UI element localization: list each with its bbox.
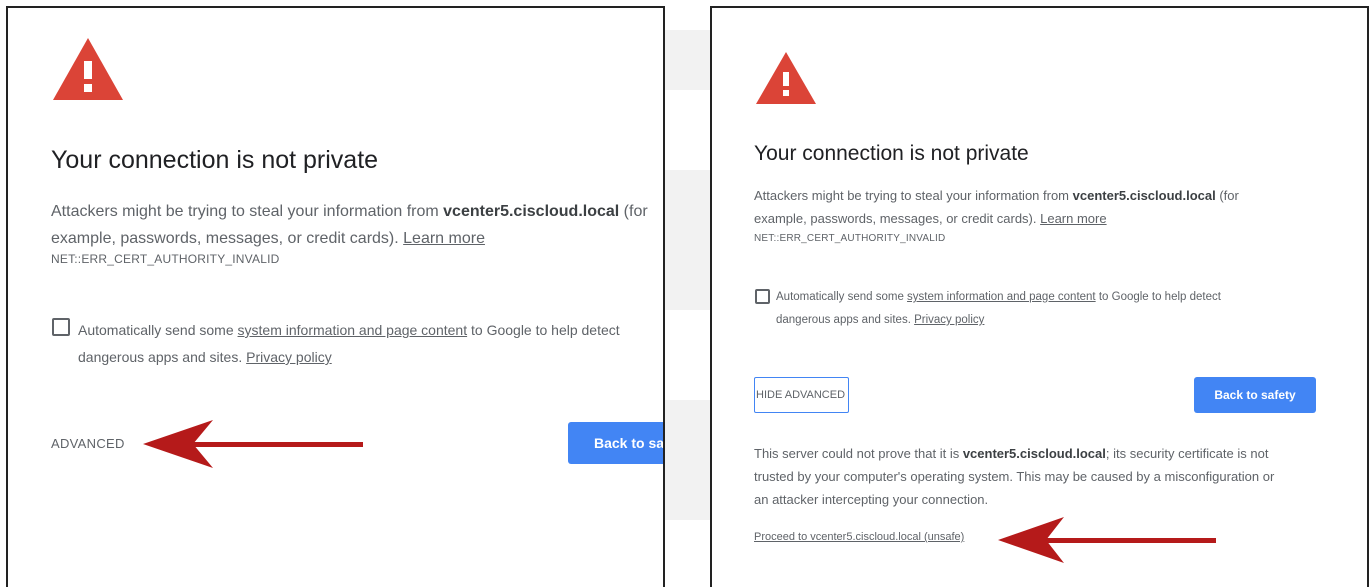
details-text: trusted by your computer's operating sys… — [754, 469, 1275, 484]
warning-message: Attackers might be trying to steal your … — [51, 198, 663, 252]
back-to-safety-button[interactable]: Back to safety — [568, 422, 663, 464]
host-name: vcenter5.ciscloud.local — [962, 446, 1106, 461]
warning-message: Attackers might be trying to steal your … — [754, 184, 1239, 230]
checkbox-text: Automatically send some — [78, 322, 238, 338]
report-checkbox[interactable] — [52, 318, 70, 336]
report-checkbox-label: Automatically send some system informati… — [78, 317, 620, 371]
checkbox-text: dangerous apps and sites. — [776, 314, 915, 326]
learn-more-link[interactable]: Learn more — [403, 230, 485, 247]
error-code: NET::ERR_CERT_AUTHORITY_INVALID — [51, 252, 280, 266]
interstitial-panel-expanded: Your connection is not private Attackers… — [710, 6, 1369, 587]
page-title: Your connection is not private — [754, 142, 1029, 165]
warning-triangle-icon — [756, 52, 816, 104]
checkbox-text: to Google to help detect — [467, 322, 620, 338]
details-text: an attacker intercepting your connection… — [754, 492, 989, 507]
back-to-safety-button[interactable]: Back to safety — [1194, 377, 1316, 413]
privacy-policy-link[interactable]: Privacy policy — [246, 349, 332, 365]
system-info-link[interactable]: system information and page content — [238, 322, 468, 338]
message-text: Attackers might be trying to steal your … — [754, 188, 1073, 203]
background-strip — [665, 30, 710, 90]
screenshot-stage: Your connection is not private Attackers… — [0, 0, 1369, 587]
message-text: (for — [619, 203, 648, 220]
advanced-details: This server could not prove that it is v… — [754, 442, 1274, 511]
message-text: example, passwords, messages, or credit … — [754, 211, 1041, 226]
hide-advanced-button[interactable]: HIDE ADVANCED — [754, 377, 849, 413]
checkbox-text: Automatically send some — [776, 291, 908, 303]
details-text: This server could not prove that it is — [754, 446, 963, 461]
warning-triangle-icon — [53, 38, 123, 100]
message-text: (for — [1215, 188, 1239, 203]
report-checkbox[interactable] — [755, 289, 770, 304]
details-text: ; its security certificate is not — [1105, 446, 1269, 461]
advanced-button[interactable]: ADVANCED — [51, 436, 125, 451]
annotation-arrow-icon — [143, 420, 363, 468]
interstitial-panel-collapsed: Your connection is not private Attackers… — [6, 6, 665, 587]
checkbox-text: dangerous apps and sites. — [78, 349, 247, 365]
background-strip — [665, 400, 710, 520]
page-title: Your connection is not private — [51, 146, 379, 174]
privacy-policy-link[interactable]: Privacy policy — [914, 314, 984, 326]
host-name: vcenter5.ciscloud.local — [443, 203, 620, 220]
message-text: Attackers might be trying to steal your … — [51, 203, 444, 220]
message-text: example, passwords, messages, or credit … — [51, 230, 404, 247]
system-info-link[interactable]: system information and page content — [907, 291, 1096, 303]
checkbox-text: to Google to help detect — [1095, 291, 1221, 303]
learn-more-link[interactable]: Learn more — [1040, 211, 1106, 226]
report-checkbox-label: Automatically send some system informati… — [776, 286, 1221, 332]
annotation-arrow-icon — [998, 517, 1216, 563]
proceed-unsafe-link[interactable]: Proceed to vcenter5.ciscloud.local (unsa… — [754, 531, 964, 543]
host-name: vcenter5.ciscloud.local — [1072, 188, 1216, 203]
background-strip — [665, 170, 710, 310]
error-code: NET::ERR_CERT_AUTHORITY_INVALID — [754, 233, 946, 244]
